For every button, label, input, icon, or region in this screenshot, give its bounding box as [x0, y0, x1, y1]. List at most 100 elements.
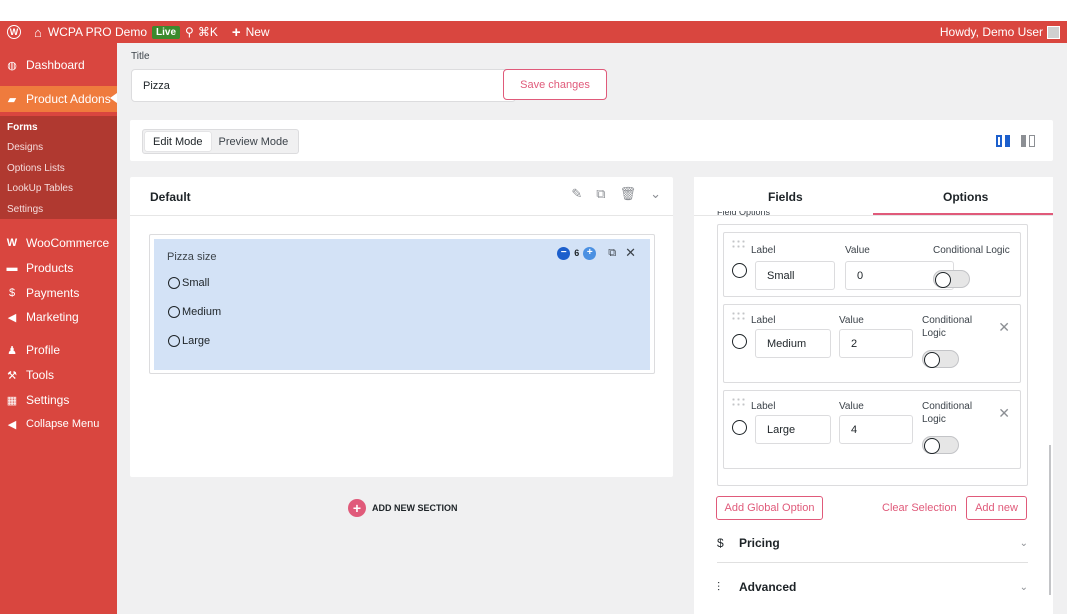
remove-option-icon[interactable]: ✕	[998, 319, 1010, 336]
increase-width-icon[interactable]: +	[583, 246, 597, 260]
conditional-logic-line2: Logic	[922, 328, 946, 339]
drag-handle-icon[interactable]	[731, 311, 745, 321]
top-strip	[0, 0, 1067, 21]
label-header: Label	[751, 245, 776, 256]
accordion-divider	[717, 562, 1028, 563]
sidebar-item-settings[interactable]: ▦ Settings	[0, 388, 117, 412]
field-label: Pizza size	[167, 251, 217, 263]
conditional-logic-line1: Conditional	[922, 315, 973, 326]
home-icon[interactable]: ⌂	[34, 25, 42, 40]
sliders-icon: ⫶	[717, 579, 721, 594]
option-label-input[interactable]: Medium	[755, 329, 831, 358]
submenu-item-forms[interactable]: Forms	[7, 122, 38, 133]
option-row: Label Value Conditional Logic Small 0	[723, 232, 1021, 297]
sidebar-item-marketing[interactable]: ◀ Marketing	[0, 305, 117, 329]
layout-full-icon[interactable]	[1021, 135, 1037, 147]
conditional-logic-toggle[interactable]	[933, 270, 970, 288]
profile-icon: ♟	[7, 344, 17, 357]
howdy-user-link[interactable]: Howdy, Demo User	[940, 25, 1043, 39]
submenu-item-lookup-tables[interactable]: LookUp Tables	[7, 183, 73, 194]
option-label-input[interactable]: Large	[755, 415, 831, 444]
preview-mode-button[interactable]: Preview Mode	[211, 132, 297, 151]
title-input[interactable]: Pizza	[131, 69, 516, 102]
plus-icon[interactable]: +	[232, 24, 241, 41]
sidebar-item-collapse-menu[interactable]: ◀ Collapse Menu	[0, 412, 117, 436]
sidebar-item-product-addons[interactable]: ▰ Product Addons	[0, 86, 117, 112]
sidebar-item-label: Product Addons	[26, 92, 111, 106]
sidebar-item-label: Payments	[26, 286, 80, 300]
decrease-width-icon[interactable]: −	[557, 246, 571, 260]
edit-mode-button[interactable]: Edit Mode	[145, 132, 211, 151]
clear-selection-link[interactable]: Clear Selection	[882, 502, 957, 514]
panel-scrollbar[interactable]	[1049, 445, 1051, 595]
conditional-logic-toggle[interactable]	[922, 350, 959, 368]
sidebar-item-tools[interactable]: ⚒ Tools	[0, 363, 117, 387]
collapse-icon: ◀	[7, 418, 17, 431]
default-radio[interactable]	[732, 334, 747, 349]
sidebar-item-label: Profile	[26, 343, 61, 357]
advanced-accordion[interactable]: ⫶ Advanced ⌄	[717, 577, 1028, 597]
add-global-option-button[interactable]: Add Global Option	[716, 496, 823, 520]
drag-handle-icon[interactable]	[731, 239, 745, 249]
product-addons-submenu: Forms Designs Options Lists LookUp Table…	[0, 116, 117, 219]
save-changes-button[interactable]: Save changes	[503, 69, 607, 100]
radio-field[interactable]: Pizza size − 6 + ⧉ ✕ Small Medium Large	[154, 239, 650, 370]
command-shortcut[interactable]: ⌘K	[198, 25, 218, 39]
remove-option-icon[interactable]: ✕	[998, 405, 1010, 422]
add-new-section-button[interactable]: + ADD NEW SECTION	[348, 499, 458, 517]
sidebar-item-products[interactable]: ▬ Products	[0, 256, 117, 280]
default-radio[interactable]	[732, 420, 747, 435]
label-header: Label	[751, 315, 776, 326]
sidebar-item-payments[interactable]: $ Payments	[0, 281, 117, 305]
field-options-heading: Field Options	[717, 211, 771, 217]
pricing-accordion[interactable]: $ Pricing ⌄	[717, 533, 1028, 553]
submenu-item-designs[interactable]: Designs	[7, 142, 43, 153]
conditional-logic-line2: Logic	[922, 414, 946, 425]
option-row: Label Value Conditional Logic ✕ Large 4	[723, 390, 1021, 469]
submenu-item-options-lists[interactable]: Options Lists	[7, 163, 65, 174]
section-card: Default ✎ ⧉ 🗑 ⌄ Pizza size − 6 + ⧉ ✕ Sma…	[130, 177, 673, 477]
submenu-item-settings[interactable]: Settings	[7, 204, 43, 215]
sidebar-item-profile[interactable]: ♟ Profile	[0, 338, 117, 362]
sidebar-item-label: Settings	[26, 393, 70, 407]
sidebar-item-label: Products	[26, 261, 74, 275]
conditional-logic-header: Conditional Logic	[922, 400, 972, 426]
radio-option[interactable]: Large	[168, 335, 210, 347]
add-section-label: ADD NEW SECTION	[372, 503, 458, 513]
tab-options[interactable]: Options	[943, 190, 988, 204]
new-content-link[interactable]: New	[246, 25, 270, 39]
search-icon[interactable]: ⚲	[185, 25, 194, 39]
add-new-option-button[interactable]: Add new	[966, 496, 1027, 520]
option-row: Label Value Conditional Logic ✕ Medium 2	[723, 304, 1021, 383]
radio-option[interactable]: Medium	[168, 306, 221, 318]
site-name-link[interactable]: WCPA PRO Demo	[48, 25, 147, 39]
products-icon: ▬	[6, 262, 18, 274]
option-value-input[interactable]: 2	[839, 329, 913, 358]
sidebar-item-label: Collapse Menu	[26, 418, 100, 430]
conditional-logic-toggle[interactable]	[922, 436, 959, 454]
option-label-input[interactable]: Small	[755, 261, 835, 290]
option-value-input[interactable]: 4	[839, 415, 913, 444]
close-icon[interactable]: ✕	[625, 245, 636, 261]
copy-field-icon[interactable]: ⧉	[608, 247, 616, 260]
field-container: Pizza size − 6 + ⧉ ✕ Small Medium Large	[149, 234, 655, 374]
edit-pencil-icon[interactable]: ✎	[571, 186, 582, 202]
sidebar-item-woocommerce[interactable]: W WooCommerce	[0, 231, 117, 255]
radio-circle-icon	[168, 277, 180, 289]
advanced-title: Advanced	[739, 580, 797, 594]
drag-handle-icon[interactable]	[731, 397, 745, 407]
layout-split-icon[interactable]	[996, 135, 1012, 147]
duplicate-icon[interactable]: ⧉	[596, 186, 605, 202]
conditional-logic-header: Conditional Logic	[933, 245, 1010, 256]
field-width-value: 6	[574, 248, 580, 258]
radio-option[interactable]: Small	[168, 277, 210, 289]
chevron-down-icon[interactable]: ⌄	[650, 186, 661, 202]
default-radio[interactable]	[732, 263, 747, 278]
tab-fields[interactable]: Fields	[768, 190, 803, 204]
sidebar-item-label: WooCommerce	[26, 236, 110, 250]
avatar[interactable]	[1047, 25, 1060, 39]
sidebar-item-dashboard[interactable]: ◍ Dashboard	[0, 53, 117, 77]
dashboard-icon: ◍	[7, 59, 17, 72]
wordpress-logo-icon[interactable]: W	[2, 21, 26, 43]
trash-icon[interactable]: 🗑	[620, 186, 637, 202]
